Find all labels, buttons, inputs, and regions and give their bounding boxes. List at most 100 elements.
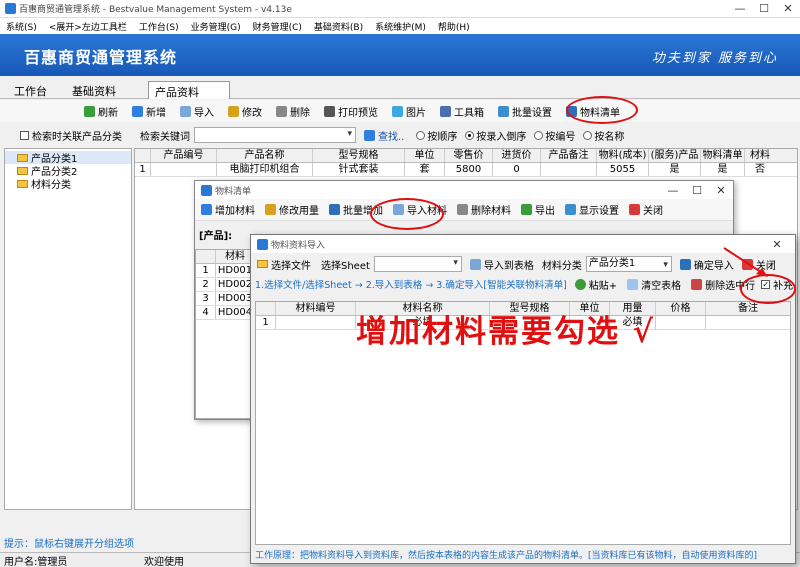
- app-icon: [5, 3, 16, 14]
- edit-icon: [228, 105, 239, 117]
- grid-header: 产品编号 产品名称 型号规格 单位 零售价 进货价 产品备注 物料(成本) (服…: [135, 149, 797, 163]
- keyword-input[interactable]: [194, 127, 356, 143]
- banner-slogan: 功夫到家 服务到心: [651, 51, 778, 66]
- select-sheet-label: 选择Sheet: [321, 260, 370, 272]
- bom-toolbar: 增加材料 修改用量 批量增加 导入材料 删除材料 导出 显示设置 关闭: [195, 199, 733, 221]
- table-row[interactable]: 4 HD004: [196, 306, 254, 320]
- menu-item-workbench[interactable]: 工作台(S): [139, 20, 179, 33]
- toolbox-button[interactable]: 工具箱: [440, 104, 484, 119]
- import-button[interactable]: 导入: [180, 104, 214, 119]
- window-titlebar: 百惠商贸通管理系统 - Bestvalue Management System …: [0, 0, 800, 18]
- menu-item-maintenance[interactable]: 系统维护(M): [375, 20, 426, 33]
- folder-icon: [17, 153, 28, 162]
- close-icon: [629, 204, 640, 215]
- import-dialog-titlebar: 物料资料导入 ✕: [251, 235, 795, 253]
- highlight-bom-button: [566, 96, 638, 124]
- close-icon[interactable]: ✕: [776, 2, 800, 15]
- delete-button[interactable]: 删除: [276, 104, 310, 119]
- table-row[interactable]: 3 HD003: [196, 292, 254, 306]
- folder-icon: [17, 166, 28, 175]
- add-material-button[interactable]: 增加材料: [201, 202, 255, 217]
- main-toolbar: 刷新 新增 导入 修改 删除 打印预览 图片 工具箱 批量设置 物料清单: [0, 100, 800, 122]
- import-icon: [180, 105, 191, 117]
- find-icon: [364, 129, 375, 141]
- bom-product-label: [产品]:: [199, 231, 233, 242]
- radio-by-code[interactable]: [534, 130, 544, 140]
- settings-icon: [565, 204, 576, 215]
- paste-button[interactable]: 粘贴+: [574, 277, 617, 292]
- folder-icon: [17, 179, 28, 188]
- image-icon: [392, 105, 403, 117]
- plus-icon: [132, 105, 143, 117]
- radio-by-order[interactable]: [416, 130, 426, 140]
- edit-icon: [265, 204, 276, 215]
- trash-icon: [276, 105, 287, 117]
- export-button[interactable]: 导出: [521, 202, 555, 217]
- display-settings-button[interactable]: 显示设置: [565, 202, 619, 217]
- menu-item-help[interactable]: 帮助(H): [438, 20, 470, 33]
- find-button[interactable]: 查找..: [378, 128, 404, 143]
- keyword-label: 检索关键词: [140, 131, 190, 143]
- menu-item-toggle-toolbar[interactable]: <展开>左边工具栏: [49, 20, 127, 33]
- clear-icon: [627, 278, 639, 290]
- select-file-button[interactable]: 选择文件: [257, 257, 311, 272]
- close-icon[interactable]: ✕: [709, 184, 733, 197]
- batch-settings-button[interactable]: 批量设置: [498, 104, 552, 119]
- refresh-button[interactable]: 刷新: [84, 104, 118, 119]
- status-welcome: 欢迎使用: [144, 556, 184, 567]
- table-row[interactable]: 1 电脑打印机组合 针式套装 套 5800 0 5055 是 是 否: [135, 163, 797, 177]
- tab-label: 产品资料: [155, 86, 199, 99]
- radio-by-name[interactable]: [583, 130, 593, 140]
- tab-product-data[interactable]: 产品资料 ×: [148, 81, 230, 113]
- import-toolbar: 选择文件 选择Sheet 导入到表格 材料分类 产品分类1 确定导入 关闭: [251, 253, 795, 275]
- search-bar: 检索时关联产品分类 检索关键词 查找.. 按顺序 按录入倒序 按编号 按名称: [0, 124, 800, 146]
- table-row[interactable]: 2 HD002: [196, 278, 254, 292]
- folder-icon: [257, 260, 268, 268]
- radio-by-entry-desc[interactable]: [465, 130, 475, 140]
- save-icon: [679, 258, 691, 270]
- clear-table-button[interactable]: 清空表格: [627, 277, 681, 292]
- app-icon: [257, 238, 268, 250]
- settings-icon: [498, 105, 509, 117]
- print-preview-button[interactable]: 打印预览: [324, 104, 378, 119]
- menu-item-business[interactable]: 业务管理(G): [191, 20, 241, 33]
- edit-button[interactable]: 修改: [228, 104, 262, 119]
- menu-item-system[interactable]: 系统(S): [6, 20, 37, 33]
- menu-item-basic-data[interactable]: 基础资料(B): [314, 20, 363, 33]
- sheet-select[interactable]: [373, 256, 462, 272]
- import-subtoolbar: 1.选择文件/选择Sheet → 2.导入到表格 → 3.确定导入[智能关联物料…: [251, 275, 795, 293]
- category-select[interactable]: 产品分类1: [585, 256, 672, 272]
- window-title: 百惠商贸通管理系统 - Bestvalue Management System …: [19, 5, 292, 15]
- dialog-close-button[interactable]: 关闭: [629, 202, 663, 217]
- add-button[interactable]: 新增: [132, 104, 166, 119]
- bom-dialog-titlebar: 物料清单 — ☐ ✕: [195, 181, 733, 199]
- import-to-table-button[interactable]: 导入到表格: [469, 257, 534, 272]
- related-category-checkbox[interactable]: [20, 130, 29, 140]
- image-button[interactable]: 图片: [392, 104, 426, 119]
- app-banner: 百惠商贸通管理系统 功夫到家 服务到心: [0, 34, 800, 76]
- import-icon: [469, 258, 481, 270]
- maximize-icon[interactable]: ☐: [752, 2, 776, 15]
- tree-item-material[interactable]: 材料分类: [5, 177, 131, 191]
- plus-icon: [201, 204, 212, 215]
- delete-material-button[interactable]: 删除材料: [457, 202, 511, 217]
- material-import-dialog: 物料资料导入 ✕ 选择文件 选择Sheet 导入到表格 材料分类 产品分类1 确…: [250, 234, 796, 564]
- category-label: 材料分类: [541, 260, 582, 272]
- trash-icon: [457, 204, 468, 215]
- minimize-icon[interactable]: —: [728, 2, 752, 15]
- banner-title: 百惠商贸通管理系统: [24, 48, 178, 67]
- status-user: 用户名:管理员: [4, 556, 68, 567]
- tab-basic-data[interactable]: 基础资料: [66, 81, 122, 99]
- paste-icon: [574, 278, 586, 290]
- annotation-text: 增加材料需要勾选 √: [356, 314, 656, 350]
- maximize-icon[interactable]: ☐: [685, 184, 709, 197]
- category-tree: 产品分类1 产品分类2 材料分类: [4, 148, 132, 510]
- tab-workbench[interactable]: 工作台: [8, 81, 53, 99]
- delete-row-icon: [691, 278, 703, 290]
- tab-bar: 工作台 基础资料 产品资料 ×: [0, 80, 800, 113]
- hint-text: 提示：鼠标右键展开分组选项: [4, 539, 134, 550]
- edit-quantity-button[interactable]: 修改用量: [265, 202, 319, 217]
- minimize-icon[interactable]: —: [661, 184, 685, 197]
- menu-item-finance[interactable]: 财务管理(C): [253, 20, 302, 33]
- table-row[interactable]: 1 HD001: [196, 264, 254, 278]
